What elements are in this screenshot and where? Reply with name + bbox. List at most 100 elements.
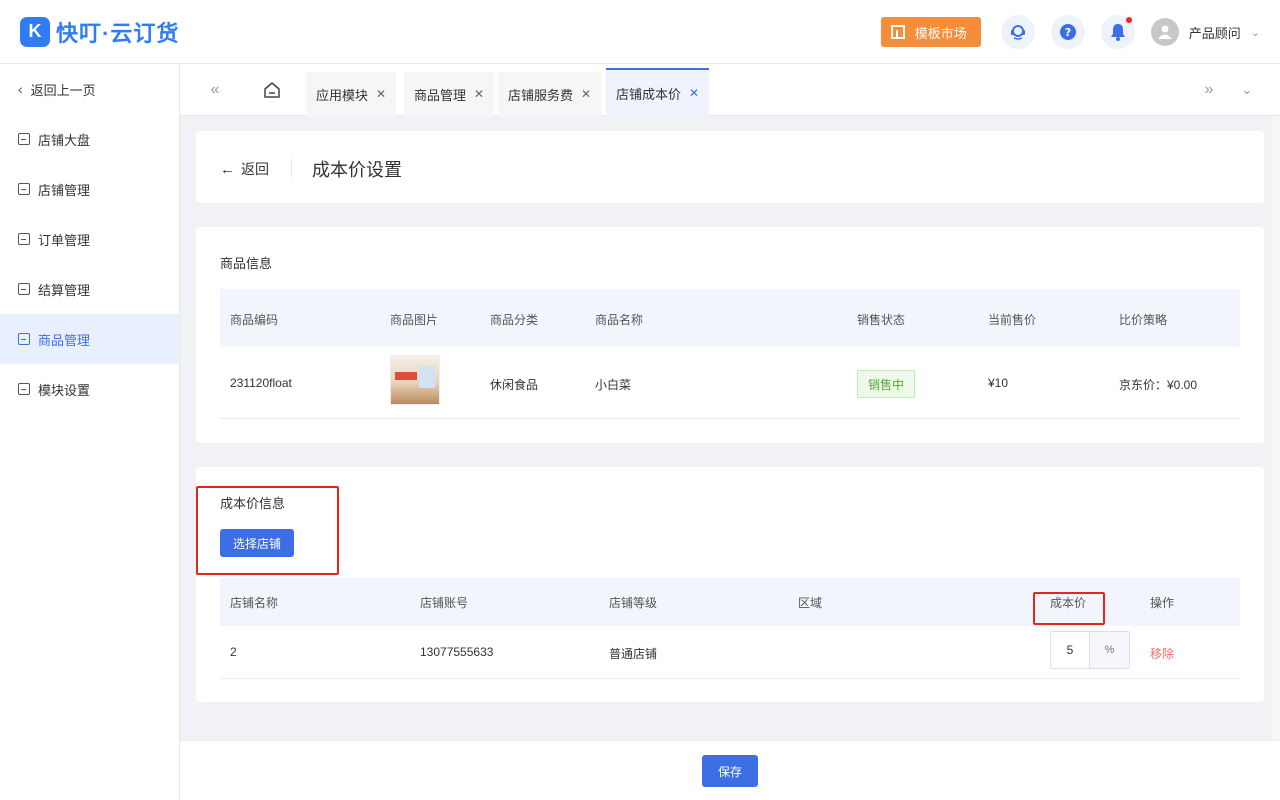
column-header: 店铺账号 [420,596,469,610]
sidebar-item-label: 模块设置 [38,382,91,398]
column-header: 当前售价 [988,313,1037,327]
close-icon[interactable]: ✕ [689,86,699,100]
column-header: 商品名称 [595,313,644,327]
tab-product-management[interactable]: 商品管理 ✕ [404,72,495,116]
remove-button[interactable]: 移除 [1150,645,1174,662]
sidebar-item-label: 订单管理 [38,232,91,248]
divider [291,159,292,177]
sidebar-item-label: 商品管理 [38,332,91,348]
menu-icon [18,283,30,295]
close-icon[interactable]: ✕ [376,87,386,101]
chevron-down-icon: ⌄ [1250,26,1260,39]
support-icon [1010,25,1025,40]
close-icon[interactable]: ✕ [581,87,591,101]
menu-icon [18,333,30,345]
menu-icon [18,183,30,195]
column-header: 区域 [798,596,823,610]
close-icon[interactable]: ✕ [474,87,484,101]
tab-store-service-fee[interactable]: 店铺服务费 ✕ [498,72,602,116]
product-category: 休闲食品 [490,378,539,392]
user-icon [1157,25,1172,39]
tab-bar: « 应用模块 ✕ 商品管理 ✕ 店铺服务费 ✕ 店铺成本价 ✕ » ⌄ [180,64,1280,116]
header-actions: 模板市场 ? 产品顾问 ⌄ [880,0,1260,64]
layout-icon [890,25,905,39]
menu-icon [18,383,30,395]
column-header: 销售状态 [857,313,906,327]
home-icon [264,82,280,98]
sidebar-item-label: 店铺管理 [38,182,91,198]
store-account: 13077555633 [420,645,494,659]
menu-icon [18,133,30,145]
product-table-header: 商品编码 商品图片 商品分类 商品名称 销售状态 当前售价 比价策略 [220,289,1240,347]
template-market-label: 模板市场 [914,25,967,41]
product-price: ¥10 [988,376,1009,390]
product-name: 小白菜 [595,378,632,392]
tab-label: 商品管理 [414,87,467,103]
support-button[interactable] [1000,15,1035,49]
bell-icon [1110,24,1125,41]
column-header: 店铺等级 [609,596,658,610]
page-header-card: ← 返回 成本价设置 [196,131,1264,203]
help-button[interactable]: ? [1050,15,1085,49]
avatar [1150,18,1179,46]
sidebar-item-store-management[interactable]: 店铺管理 [0,164,179,214]
app-logo[interactable]: K 快叮·云订货 [20,16,179,48]
sidebar: ‹ 返回上一页 店铺大盘 店铺管理 订单管理 结算管理 商品管理 模块设置 [0,64,180,800]
chevron-left-icon: ‹ [18,81,23,97]
price-strategy: 京东价：¥0.00 [1119,378,1198,392]
column-header: 商品编码 [230,313,279,327]
footer-bar: 保存 [180,740,1280,800]
row-divider [220,678,1240,679]
top-header: K 快叮·云订货 模板市场 ? 产品顾问 ⌄ [0,0,1280,64]
status-badge: 销售中 [857,370,915,398]
product-info-title: 商品信息 [220,256,273,271]
sidebar-item-label: 结算管理 [38,282,91,298]
app-name: 快叮·云订货 [56,20,180,46]
row-divider [220,418,1240,419]
svg-text:?: ? [1065,26,1071,39]
user-menu[interactable]: 产品顾问 ⌄ [1150,18,1260,46]
sidebar-back-link[interactable]: ‹ 返回上一页 [0,64,179,114]
arrow-left-icon: ← [220,160,235,178]
percent-suffix: % [1089,632,1129,668]
store-name: 2 [230,645,237,659]
tabs-scroll-right-icon[interactable]: » [1194,64,1224,116]
scrollbar[interactable] [1272,116,1280,740]
product-image [390,355,440,405]
column-header: 商品图片 [390,313,439,327]
tab-label: 应用模块 [316,87,369,103]
tab-label: 店铺成本价 [616,86,682,102]
tabs-dropdown-icon[interactable]: ⌄ [1232,64,1262,116]
tab-store-cost-price[interactable]: 店铺成本价 ✕ [606,68,710,116]
save-button[interactable]: 保存 [702,755,758,787]
page-title: 成本价设置 [312,160,402,180]
tabs-scroll-left-icon[interactable]: « [200,64,230,116]
product-code: 231120float [230,376,292,390]
user-name: 产品顾问 [1188,25,1241,41]
tab-app-modules[interactable]: 应用模块 ✕ [306,72,397,116]
back-label: 返回 [241,161,269,177]
column-header: 操作 [1150,596,1175,610]
notification-button[interactable] [1100,15,1135,49]
highlight-box-cost-info [196,486,339,575]
column-header: 比价策略 [1119,313,1168,327]
cost-value[interactable]: 5 [1051,632,1089,668]
sidebar-item-store-dashboard[interactable]: 店铺大盘 [0,114,179,164]
product-info-card: 商品信息 商品编码 商品图片 商品分类 商品名称 销售状态 当前售价 比价策略 … [196,227,1264,443]
tab-label: 店铺服务费 [508,87,574,103]
help-icon: ? [1059,24,1076,40]
cost-info-card: 成本价信息 选择店铺 店铺名称 店铺账号 店铺等级 区域 成本价 操作 2 13… [196,467,1264,702]
cost-percent-input[interactable]: 5 % [1050,631,1130,669]
highlight-box-cost-price [1033,592,1105,625]
sidebar-item-module-settings[interactable]: 模块设置 [0,364,179,414]
sidebar-item-settlement[interactable]: 结算管理 [0,264,179,314]
template-market-button[interactable]: 模板市场 [880,17,981,47]
back-button[interactable]: ← 返回 [220,159,269,179]
tab-home[interactable] [262,80,282,100]
sidebar-item-label: 店铺大盘 [38,132,91,148]
column-header: 店铺名称 [230,596,279,610]
sidebar-item-product-management[interactable]: 商品管理 [0,314,179,364]
notification-dot [1125,17,1132,23]
column-header: 商品分类 [490,313,539,327]
sidebar-item-order-management[interactable]: 订单管理 [0,214,179,264]
